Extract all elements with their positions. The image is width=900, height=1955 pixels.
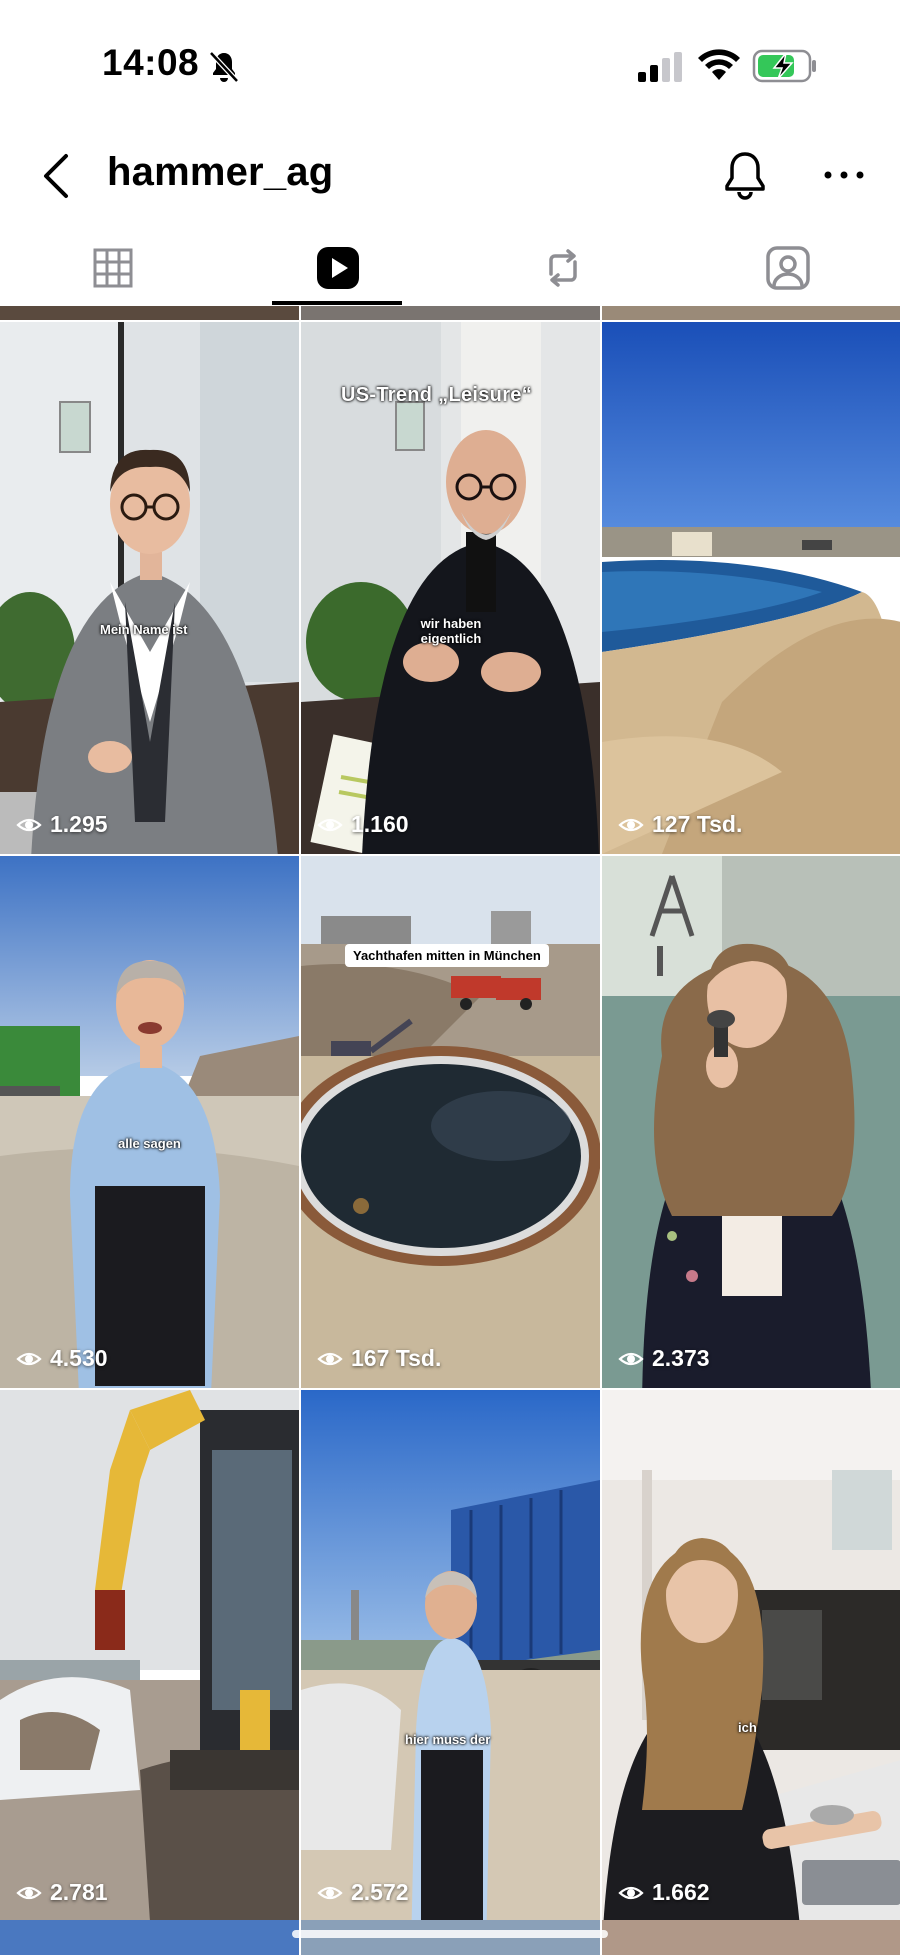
view-count: 2.781 xyxy=(16,1879,108,1906)
grid-icon xyxy=(93,248,132,288)
reel-tile[interactable]: ich 1.662 xyxy=(602,1390,900,1922)
eye-icon xyxy=(16,1886,42,1899)
view-count: 1.295 xyxy=(16,811,108,838)
view-count-label: 127 Tsd. xyxy=(652,811,743,837)
reel-caption: ich xyxy=(738,1720,757,1735)
view-count-label: 1.295 xyxy=(50,811,108,837)
view-count: 2.373 xyxy=(618,1345,710,1372)
eye-icon xyxy=(618,1352,644,1365)
battery-charging-icon xyxy=(752,49,816,83)
view-count-label: 2.373 xyxy=(652,1345,710,1371)
reel-tile[interactable]: alle sagen 4.530 xyxy=(0,856,299,1388)
view-count: 167 Tsd. xyxy=(317,1345,441,1372)
reel-tile[interactable]: 127 Tsd. xyxy=(602,322,900,854)
reel-thumbnail xyxy=(0,856,299,1388)
reel-caption: wir haben eigentlich xyxy=(420,616,482,646)
tab-posts[interactable] xyxy=(0,230,225,306)
profile-tabs xyxy=(0,230,900,306)
reel-thumbnail xyxy=(602,856,900,1388)
reel-thumbnail xyxy=(602,322,900,854)
reel-caption: Mein Name ist xyxy=(100,622,188,637)
view-count-label: 1.160 xyxy=(351,811,409,837)
reel-tile[interactable]: Mein Name ist 1.295 xyxy=(0,322,299,854)
profile-username: hammer_ag xyxy=(107,150,334,194)
reels-icon xyxy=(316,247,359,289)
reels-grid: Mein Name ist 1.295 US-Trend „Leisure“ w… xyxy=(0,306,900,1955)
reel-thumbnail xyxy=(0,322,299,854)
reel-thumbnail xyxy=(0,1390,299,1922)
status-bar: 14:08 xyxy=(0,0,900,130)
reel-title-overlay: US-Trend „Leisure“ xyxy=(341,384,532,406)
status-time: 14:08 xyxy=(102,42,200,83)
active-tab-indicator xyxy=(272,301,402,305)
view-count: 1.160 xyxy=(317,811,409,838)
view-count-label: 4.530 xyxy=(50,1345,108,1371)
reel-tile[interactable]: 2.373 xyxy=(602,856,900,1388)
view-count-label: 1.662 xyxy=(652,1879,710,1905)
reel-thumbnail xyxy=(301,856,600,1388)
reel-tile[interactable]: US-Trend „Leisure“ wir haben eigentlich … xyxy=(301,322,600,854)
bell-slash-icon xyxy=(209,51,239,83)
view-count: 127 Tsd. xyxy=(618,811,742,838)
tab-reels[interactable] xyxy=(225,230,450,306)
reel-caption: Yachthafen mitten in München xyxy=(345,944,549,967)
wifi-icon xyxy=(698,49,740,80)
signal-icon xyxy=(638,52,682,82)
chevron-left-icon[interactable] xyxy=(38,148,74,204)
view-count: 1.662 xyxy=(618,1879,710,1906)
view-count-label: 2.781 xyxy=(50,1879,108,1905)
eye-icon xyxy=(618,1886,644,1899)
eye-icon xyxy=(16,818,42,831)
reel-tile[interactable]: Yachthafen mitten in München 167 Tsd. xyxy=(301,856,600,1388)
more-icon[interactable] xyxy=(822,160,866,190)
reel-tile[interactable]: 2.781 xyxy=(0,1390,299,1922)
reel-thumbnail xyxy=(301,1390,600,1922)
eye-icon xyxy=(317,818,343,831)
eye-icon xyxy=(16,1352,42,1365)
reel-caption: alle sagen xyxy=(118,1136,181,1151)
reel-tile[interactable]: hier muss der 2.572 xyxy=(301,1390,600,1922)
view-count-label: 167 Tsd. xyxy=(351,1345,442,1371)
view-count-label: 2.572 xyxy=(351,1879,409,1905)
reel-caption: hier muss der xyxy=(405,1732,491,1747)
view-count: 4.530 xyxy=(16,1345,108,1372)
view-count: 2.572 xyxy=(317,1879,409,1906)
eye-icon xyxy=(618,818,644,831)
tab-reposts[interactable] xyxy=(450,230,675,306)
bell-icon[interactable] xyxy=(722,148,768,204)
tagged-icon xyxy=(765,246,810,290)
home-indicator[interactable] xyxy=(292,1930,608,1938)
previous-row-peek xyxy=(0,306,900,320)
profile-header: hammer_ag xyxy=(0,130,900,230)
eye-icon xyxy=(317,1886,343,1899)
reposts-icon xyxy=(548,249,577,287)
reel-thumbnail xyxy=(602,1390,900,1922)
tab-tagged[interactable] xyxy=(675,230,900,306)
eye-icon xyxy=(317,1352,343,1365)
